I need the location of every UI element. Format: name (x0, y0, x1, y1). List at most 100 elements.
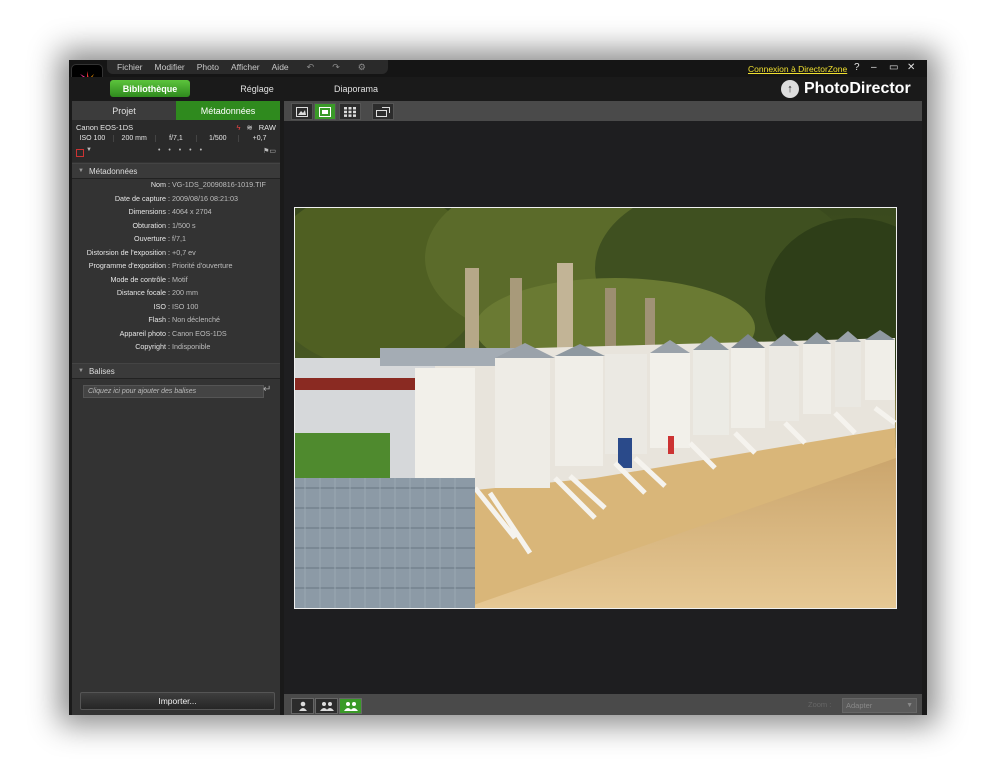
person-group-icon (319, 702, 334, 711)
zoom-dropdown[interactable]: Adapter ▼ (842, 698, 917, 713)
metadata-section-title: Métadonnées (88, 166, 138, 176)
beach-huts-photo (295, 208, 896, 608)
tags-section-header[interactable]: ▼ Balises (72, 363, 280, 379)
app-window: Fichier Modifier Photo Afficher Aide ↶ ↷… (69, 60, 927, 715)
metadata-row: Mode de contrôle : Motif (72, 275, 280, 284)
metadata-label: Dimensions : (128, 207, 170, 216)
tab-reglage[interactable]: Réglage (229, 80, 285, 97)
help-button[interactable]: ? (854, 62, 860, 73)
metadata-value: Motif (172, 274, 188, 284)
import-button[interactable]: Importer... (80, 692, 275, 710)
metadata-row: ISO : ISO 100 (72, 302, 280, 311)
compare-view-button[interactable] (291, 103, 313, 120)
restore-button[interactable]: ▭ (889, 62, 898, 73)
zoom-label: Zoom : (808, 700, 832, 709)
metadata-value: 4064 x 2704 (172, 207, 212, 216)
metadata-row: Flash : Non déclenché (72, 315, 280, 324)
menu-bar: Fichier Modifier Photo Afficher Aide ↶ ↷… (107, 60, 388, 74)
metadata-value: 1/500 s (172, 220, 196, 230)
metadata-label: ISO : (153, 301, 170, 311)
person-single-icon (298, 701, 307, 711)
close-button[interactable]: ✕ (907, 62, 915, 73)
settings-gear-icon[interactable]: ⚙ (358, 62, 366, 73)
menu-photo[interactable]: Photo (197, 62, 219, 72)
person-group-active-button[interactable] (339, 698, 362, 714)
collapse-triangle-icon: ▼ (78, 168, 84, 174)
person-single-button[interactable] (291, 698, 314, 714)
tab-metadonnees[interactable]: Métadonnées (176, 101, 280, 120)
zoom-value: Adapter (846, 701, 873, 710)
metadata-row: Date de capture :2009/08/16 08:21:03 (72, 194, 280, 203)
brand-name: PhotoDirector (804, 80, 911, 97)
add-tags-input[interactable]: Cliquez ici pour ajouter des balises (83, 385, 264, 398)
flash-icon: ϟ (236, 123, 241, 132)
metadata-label: Date de capture : (114, 193, 170, 203)
left-tabs: Projet Métadonnées (72, 101, 280, 120)
flag-icon[interactable]: ⚑▭ (263, 147, 276, 155)
metadata-list: Nom : VG-1DS_20090816-1019.TIF Date de ca… (72, 180, 280, 356)
viewer-panel: Zoom : Adapter ▼ (284, 101, 922, 715)
grid-view-icon (344, 106, 356, 117)
bottom-toolbar: Zoom : Adapter ▼ (284, 694, 922, 715)
grid-view-button[interactable] (339, 103, 361, 120)
metadata-label: Mode de contrôle : (110, 274, 170, 284)
tab-bibliotheque[interactable]: Bibliothèque (110, 80, 190, 97)
directorzone-login-link[interactable]: Connexion à DirectorZone (748, 64, 847, 74)
metadata-value: 200 mm (172, 288, 198, 297)
menu-fichier[interactable]: Fichier (117, 62, 143, 72)
metadata-value: Indisponible (172, 342, 211, 351)
single-view-icon (319, 106, 331, 117)
param-exposure: +0,7 (252, 135, 267, 142)
photo-preview[interactable] (294, 207, 897, 609)
metadata-value: Non déclenché (172, 315, 220, 324)
menu-afficher[interactable]: Afficher (231, 62, 260, 72)
metadata-value: VG-1DS_20090816-1019.TIF (172, 180, 266, 189)
left-panel: Projet Métadonnées Canon EOS-1DS ϟ ≋ RAW… (72, 101, 280, 715)
metadata-row: Appareil photo : Canon EOS-1DS (72, 329, 280, 338)
metadata-value: ISO 100 (172, 301, 199, 311)
metadata-row: Ouverture : f/7,1 (72, 234, 280, 243)
camera-model: Canon EOS-1DS (76, 123, 134, 132)
metadata-value: +0,7 ev (172, 247, 196, 257)
metadata-section-header[interactable]: ▼ Métadonnées (72, 163, 280, 179)
camera-info: Canon EOS-1DS ϟ ≋ RAW ISO 100 200 mm f/7… (72, 120, 280, 162)
metadata-row: Obturation :1/500 s (72, 221, 280, 230)
metadata-value: f/7,1 (172, 234, 186, 243)
minimize-button[interactable]: – (871, 62, 877, 73)
tab-diaporama[interactable]: Diaporama (327, 80, 385, 97)
fullscreen-button[interactable] (372, 103, 394, 120)
metadata-value: 2009/08/16 08:21:03 (172, 193, 238, 203)
rating-dots[interactable]: • • • • • (158, 147, 205, 154)
tab-projet[interactable]: Projet (72, 101, 176, 120)
chevron-down-icon: ▼ (906, 702, 913, 709)
metadata-row: Distorsion de l'exposition : +0,7 ev (72, 248, 280, 257)
metadata-row: Distance focale :200 mm (72, 288, 280, 297)
color-label[interactable] (76, 149, 84, 157)
metadata-row: Dimensions :4064 x 2704 (72, 207, 280, 216)
dropdown-arrow-icon[interactable]: ▼ (86, 147, 92, 153)
metadata-label: Distorsion de l'exposition : (86, 247, 170, 257)
view-toolbar (284, 101, 922, 121)
camera-icons: ϟ ≋ RAW (236, 123, 276, 132)
upload-arrow-icon: ↑ (781, 80, 799, 98)
metadata-value: Priorité d'ouverture (172, 261, 233, 270)
person-group-icon (343, 702, 358, 711)
metering-icon: ≋ (246, 123, 253, 132)
file-format-badge: RAW (258, 123, 276, 132)
rating-row: ▼ • • • • • ⚑▭ (76, 147, 276, 158)
undo-icon[interactable]: ↶ (307, 62, 315, 73)
metadata-label: Programme d'exposition : (88, 261, 170, 270)
single-view-button[interactable] (314, 103, 336, 120)
redo-icon[interactable]: ↷ (332, 62, 340, 73)
menu-modifier[interactable]: Modifier (155, 62, 185, 72)
metadata-value: Canon EOS-1DS (172, 328, 227, 338)
metadata-label: Nom : (150, 180, 170, 189)
metadata-label: Obturation : (132, 220, 170, 230)
metadata-label: Flash : (148, 315, 170, 324)
metadata-row: Copyright : Indisponible (72, 342, 280, 351)
person-group-button[interactable] (315, 698, 338, 714)
menu-aide[interactable]: Aide (272, 62, 289, 72)
enter-icon[interactable]: ↵ (263, 384, 271, 395)
module-nav: Bibliothèque Réglage Diaporama ↑ PhotoDi… (69, 77, 927, 101)
metadata-row: Nom : VG-1DS_20090816-1019.TIF (72, 180, 280, 189)
